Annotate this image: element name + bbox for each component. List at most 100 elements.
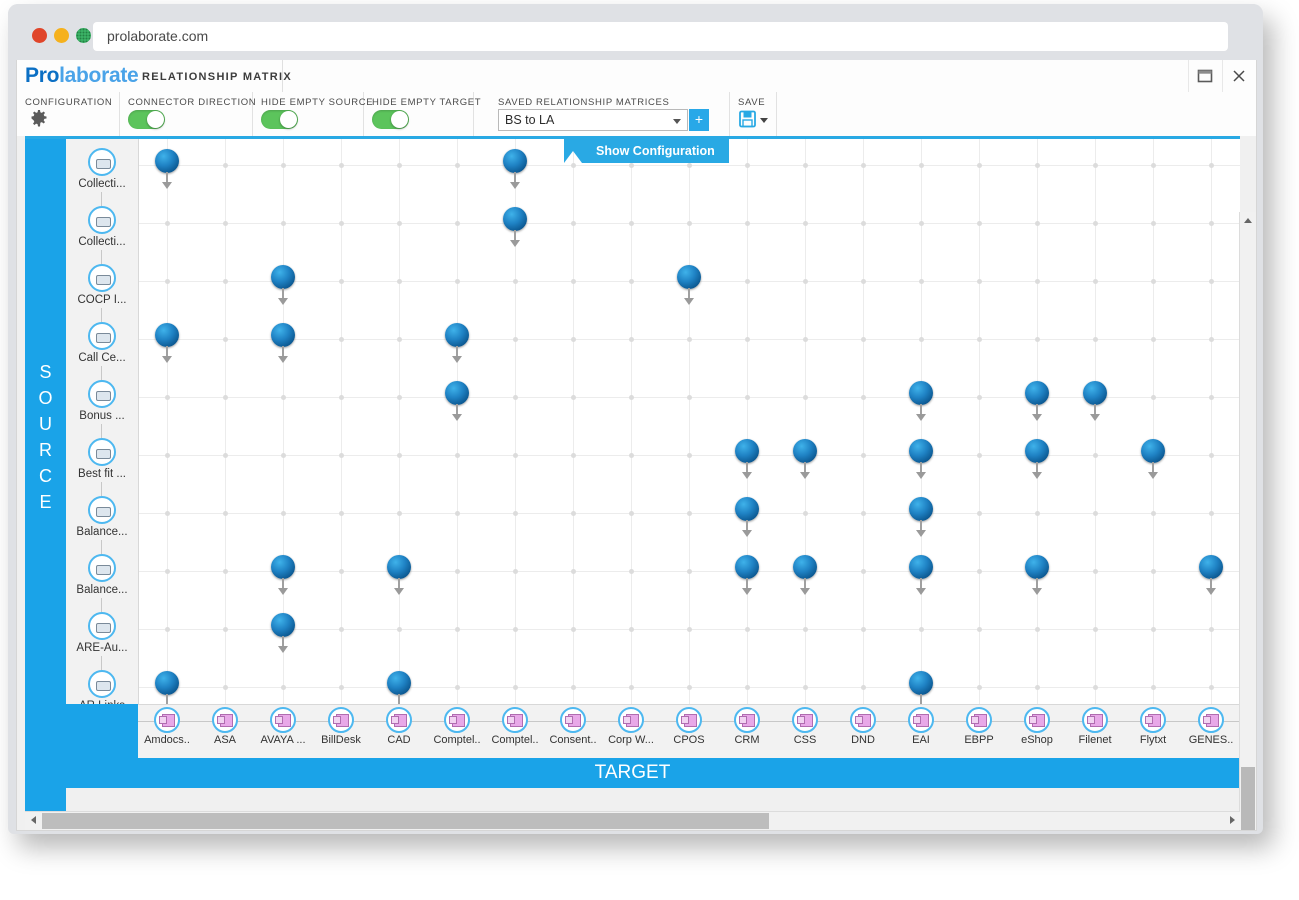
target-node[interactable]: DND [834, 707, 892, 746]
relationship-marker[interactable] [387, 555, 411, 579]
hide-empty-target-toggle[interactable] [372, 110, 409, 129]
target-node[interactable]: Consent.. [544, 707, 602, 746]
relationship-marker[interactable] [909, 439, 933, 463]
source-node-icon [88, 148, 116, 176]
relationship-marker[interactable] [271, 555, 295, 579]
restore-icon[interactable] [1189, 60, 1222, 92]
grid-intersection-dot [861, 685, 866, 690]
relationship-marker[interactable] [155, 149, 179, 173]
relationship-marker[interactable] [677, 265, 701, 289]
grid-intersection-dot [919, 163, 924, 168]
target-axis-label: TARGET [594, 762, 671, 783]
address-bar[interactable]: prolaborate.com [93, 22, 1228, 51]
relationship-marker[interactable] [735, 439, 759, 463]
saved-matrices-select[interactable]: BS to LA [498, 109, 688, 131]
relationship-marker[interactable] [793, 555, 817, 579]
grid-intersection-dot [339, 511, 344, 516]
relationship-marker[interactable] [387, 671, 411, 695]
connector-direction-arrow-icon [278, 578, 288, 595]
save-dropdown-caret[interactable] [760, 118, 768, 123]
target-node-label: GENES.. [1188, 734, 1234, 746]
matrix-grid[interactable] [138, 139, 1240, 704]
target-node-icon [560, 707, 586, 733]
relationship-marker[interactable] [1025, 381, 1049, 405]
relationship-marker[interactable] [155, 323, 179, 347]
traffic-light-maximize[interactable] [76, 28, 91, 43]
horizontal-scroll-thumb[interactable] [42, 813, 769, 829]
connector-direction-arrow-icon [1032, 578, 1042, 595]
gear-icon[interactable] [29, 109, 49, 134]
relationship-marker[interactable] [1199, 555, 1223, 579]
relationship-marker[interactable] [503, 207, 527, 231]
relationship-marker[interactable] [271, 265, 295, 289]
target-node-label: Comptel.. [433, 734, 481, 746]
target-node[interactable]: BillDesk [312, 707, 370, 746]
target-node-label: Comptel.. [491, 734, 539, 746]
source-node-icon [88, 612, 116, 640]
target-node[interactable]: AVAYA ... [254, 707, 312, 746]
source-node[interactable]: COCP I... [66, 264, 138, 306]
relationship-marker[interactable] [1083, 381, 1107, 405]
source-node[interactable]: Balance... [66, 554, 138, 596]
connector-direction-arrow-icon [162, 172, 172, 189]
grid-intersection-dot [1093, 569, 1098, 574]
floppy-disk-icon[interactable] [738, 109, 758, 134]
grid-intersection-dot [1093, 279, 1098, 284]
scroll-right-button[interactable] [1224, 812, 1240, 830]
grid-intersection-dot [223, 221, 228, 226]
relationship-marker[interactable] [909, 555, 933, 579]
horizontal-scrollbar[interactable] [25, 811, 1240, 830]
relationship-marker[interactable] [909, 671, 933, 695]
relationship-marker[interactable] [271, 613, 295, 637]
scroll-up-button[interactable] [1240, 212, 1256, 228]
target-node[interactable]: CPOS [660, 707, 718, 746]
grid-intersection-dot [745, 221, 750, 226]
hide-empty-source-toggle[interactable] [261, 110, 298, 129]
source-node[interactable]: AR Links [66, 670, 138, 704]
source-node[interactable]: Call Ce... [66, 322, 138, 364]
target-node[interactable]: Filenet [1066, 707, 1124, 746]
relationship-marker[interactable] [1025, 439, 1049, 463]
scroll-left-button[interactable] [25, 812, 41, 830]
relationship-marker[interactable] [1025, 555, 1049, 579]
target-node-icon [154, 707, 180, 733]
relationship-marker[interactable] [909, 497, 933, 521]
relationship-marker[interactable] [1141, 439, 1165, 463]
relationship-marker[interactable] [735, 497, 759, 521]
vertical-scrollbar[interactable] [1239, 212, 1256, 830]
source-node[interactable]: Collecti... [66, 206, 138, 248]
relationship-marker[interactable] [503, 149, 527, 173]
relationship-marker[interactable] [155, 671, 179, 695]
vertical-scroll-thumb[interactable] [1241, 767, 1255, 830]
relationship-marker[interactable] [271, 323, 295, 347]
add-matrix-button[interactable]: + [689, 109, 709, 131]
source-node[interactable]: Best fit ... [66, 438, 138, 480]
traffic-light-close[interactable] [32, 28, 47, 43]
connector-direction-toggle[interactable] [128, 110, 165, 129]
target-node[interactable]: eShop [1008, 707, 1066, 746]
grid-intersection-dot [919, 221, 924, 226]
target-node[interactable]: CSS [776, 707, 834, 746]
source-node[interactable]: Balance... [66, 496, 138, 538]
target-node[interactable]: GENES.. [1182, 707, 1240, 746]
relationship-marker[interactable] [909, 381, 933, 405]
target-node[interactable]: Comptel.. [486, 707, 544, 746]
close-icon[interactable] [1223, 60, 1256, 92]
source-node[interactable]: ARE-Au... [66, 612, 138, 654]
target-node[interactable]: CAD [370, 707, 428, 746]
relationship-marker[interactable] [445, 323, 469, 347]
target-node[interactable]: Corp W... [602, 707, 660, 746]
target-node[interactable]: EAI [892, 707, 950, 746]
relationship-marker[interactable] [735, 555, 759, 579]
target-node[interactable]: EBPP [950, 707, 1008, 746]
relationship-marker[interactable] [445, 381, 469, 405]
target-node[interactable]: CRM [718, 707, 776, 746]
source-node[interactable]: Collecti... [66, 148, 138, 190]
target-node[interactable]: Amdocs.. [138, 707, 196, 746]
target-node[interactable]: Comptel.. [428, 707, 486, 746]
source-node[interactable]: Bonus ... [66, 380, 138, 422]
target-node[interactable]: ASA [196, 707, 254, 746]
target-node[interactable]: Flytxt [1124, 707, 1182, 746]
relationship-marker[interactable] [793, 439, 817, 463]
traffic-light-minimize[interactable] [54, 28, 69, 43]
